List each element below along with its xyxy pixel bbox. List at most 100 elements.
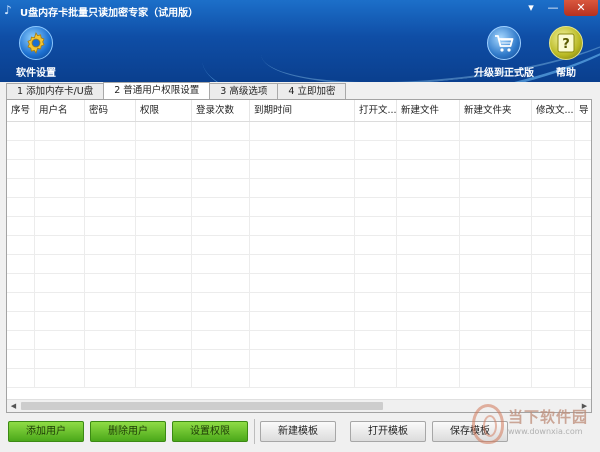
table-cell[interactable] (355, 312, 397, 330)
table-cell[interactable] (355, 236, 397, 254)
set-permission-button[interactable]: 设置权限 (172, 421, 248, 442)
table-cell[interactable] (250, 122, 355, 140)
table-row[interactable] (7, 369, 591, 388)
table-cell[interactable] (532, 331, 575, 349)
table-cell[interactable] (250, 255, 355, 273)
table-cell[interactable] (460, 198, 532, 216)
table-cell[interactable] (7, 236, 35, 254)
table-cell[interactable] (532, 122, 575, 140)
table-cell[interactable] (35, 160, 85, 178)
tab-add-card[interactable]: 1 添加内存卡/U盘 (6, 83, 105, 99)
table-cell[interactable] (575, 236, 591, 254)
table-cell[interactable] (136, 293, 192, 311)
table-cell[interactable] (250, 160, 355, 178)
table-cell[interactable] (460, 293, 532, 311)
table-cell[interactable] (250, 217, 355, 235)
scrollbar-thumb[interactable] (21, 402, 383, 410)
table-cell[interactable] (575, 255, 591, 273)
table-cell[interactable] (136, 160, 192, 178)
table-cell[interactable] (35, 350, 85, 368)
table-cell[interactable] (397, 141, 460, 159)
table-cell[interactable] (7, 293, 35, 311)
table-cell[interactable] (355, 274, 397, 292)
table-cell[interactable] (575, 369, 591, 387)
table-cell[interactable] (397, 217, 460, 235)
table-cell[interactable] (355, 293, 397, 311)
table-row[interactable] (7, 255, 591, 274)
column-header[interactable]: 序号 (7, 100, 35, 121)
table-cell[interactable] (192, 293, 250, 311)
table-cell[interactable] (575, 198, 591, 216)
minimize-icon[interactable]: — (542, 0, 564, 16)
table-cell[interactable] (460, 255, 532, 273)
column-header[interactable]: 登录次数 (192, 100, 250, 121)
table-cell[interactable] (250, 274, 355, 292)
table-cell[interactable] (7, 160, 35, 178)
table-row[interactable] (7, 293, 591, 312)
table-row[interactable] (7, 236, 591, 255)
table-cell[interactable] (355, 369, 397, 387)
table-cell[interactable] (355, 255, 397, 273)
tab-user-permissions[interactable]: 2 普通用户权限设置 (103, 82, 211, 99)
table-cell[interactable] (532, 198, 575, 216)
table-cell[interactable] (532, 274, 575, 292)
table-cell[interactable] (192, 350, 250, 368)
table-cell[interactable] (192, 179, 250, 197)
table-cell[interactable] (85, 293, 136, 311)
table-cell[interactable] (7, 141, 35, 159)
table-cell[interactable] (575, 350, 591, 368)
tab-encrypt-now[interactable]: 4 立即加密 (277, 83, 347, 99)
add-user-button[interactable]: 添加用户 (8, 421, 84, 442)
table-cell[interactable] (355, 350, 397, 368)
table-cell[interactable] (250, 369, 355, 387)
table-cell[interactable] (85, 141, 136, 159)
table-cell[interactable] (85, 198, 136, 216)
table-cell[interactable] (85, 236, 136, 254)
table-row[interactable] (7, 141, 591, 160)
table-row[interactable] (7, 331, 591, 350)
table-cell[interactable] (397, 293, 460, 311)
table-cell[interactable] (192, 236, 250, 254)
table-cell[interactable] (136, 255, 192, 273)
table-cell[interactable] (35, 141, 85, 159)
table-cell[interactable] (355, 160, 397, 178)
upgrade-button[interactable]: 升级到正式版 (474, 26, 534, 79)
column-header[interactable]: 用户名 (35, 100, 85, 121)
tab-advanced-options[interactable]: 3 高级选项 (209, 83, 279, 99)
table-cell[interactable] (460, 312, 532, 330)
table-cell[interactable] (460, 274, 532, 292)
table-cell[interactable] (7, 350, 35, 368)
table-cell[interactable] (460, 160, 532, 178)
table-cell[interactable] (85, 350, 136, 368)
table-cell[interactable] (460, 141, 532, 159)
table-cell[interactable] (532, 255, 575, 273)
table-cell[interactable] (35, 179, 85, 197)
table-cell[interactable] (397, 236, 460, 254)
table-cell[interactable] (7, 255, 35, 273)
table-cell[interactable] (7, 274, 35, 292)
scroll-left-icon[interactable]: ◀ (7, 400, 20, 412)
table-cell[interactable] (250, 312, 355, 330)
table-row[interactable] (7, 122, 591, 141)
table-cell[interactable] (355, 122, 397, 140)
table-cell[interactable] (397, 350, 460, 368)
table-cell[interactable] (136, 217, 192, 235)
column-header[interactable]: 新建文件 (397, 100, 460, 121)
table-cell[interactable] (7, 122, 35, 140)
open-template-button[interactable]: 打开模板 (350, 421, 426, 442)
table-cell[interactable] (355, 217, 397, 235)
table-cell[interactable] (575, 217, 591, 235)
table-cell[interactable] (355, 331, 397, 349)
table-row[interactable] (7, 350, 591, 369)
table-cell[interactable] (460, 369, 532, 387)
table-cell[interactable] (250, 331, 355, 349)
table-cell[interactable] (532, 217, 575, 235)
table-cell[interactable] (575, 122, 591, 140)
table-cell[interactable] (35, 312, 85, 330)
table-cell[interactable] (85, 179, 136, 197)
table-cell[interactable] (250, 198, 355, 216)
table-cell[interactable] (532, 179, 575, 197)
table-cell[interactable] (85, 369, 136, 387)
table-cell[interactable] (575, 160, 591, 178)
table-cell[interactable] (250, 293, 355, 311)
